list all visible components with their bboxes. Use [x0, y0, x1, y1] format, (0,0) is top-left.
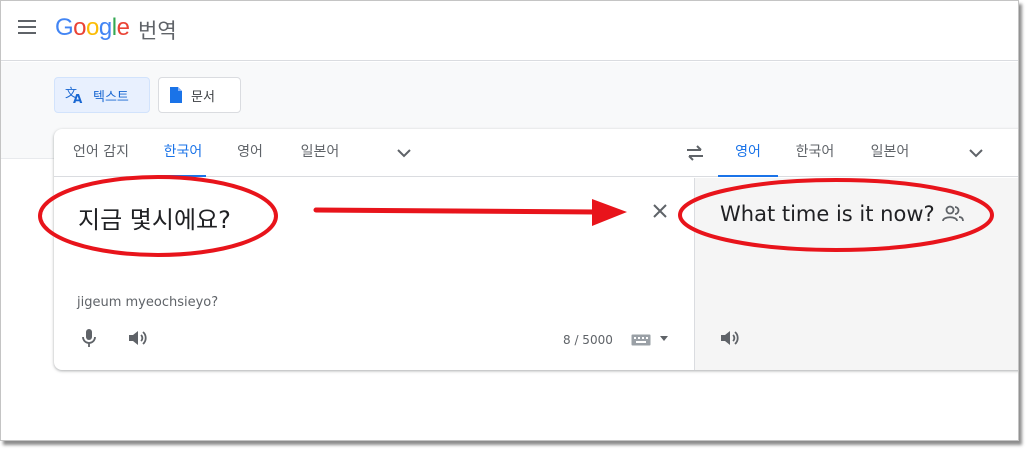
svg-text:A: A: [73, 92, 83, 104]
text-mode-button[interactable]: 文 A 텍스트: [54, 77, 150, 113]
logo-letter: o: [86, 14, 99, 41]
source-lang-detect[interactable]: 언어 감지: [70, 129, 132, 177]
chevron-down-icon[interactable]: [396, 145, 412, 161]
header: Google 번역: [1, 1, 1018, 61]
transliteration-text: jigeum myeochsieyo?: [77, 295, 219, 310]
logo-letter: e: [116, 14, 130, 41]
translation-output: What time is it now?: [720, 202, 935, 226]
google-logo[interactable]: Google: [55, 14, 130, 42]
target-lang-korean[interactable]: 한국어: [792, 129, 838, 177]
character-count: 8 / 5000: [563, 333, 613, 347]
document-mode-label: 문서: [191, 89, 215, 105]
product-name: 번역: [138, 19, 177, 43]
close-icon[interactable]: [652, 203, 668, 219]
document-mode-button[interactable]: 문서: [158, 77, 241, 113]
text-mode-label: 텍스트: [93, 89, 129, 105]
target-lang-english[interactable]: 영어: [718, 129, 778, 177]
source-pane[interactable]: 지금 몇시에요? jigeum myeochsieyo? 8 / 5000: [54, 178, 694, 370]
mic-icon[interactable]: [81, 328, 97, 348]
browser-frame: Google 번역 文 A 텍스트 문서 언어 감지 한국어 영어 일본어 영어…: [0, 0, 1019, 441]
translation-card: 언어 감지 한국어 영어 일본어 영어 한국어 일본어 지금 몇시에요? jig…: [54, 129, 1018, 370]
target-pane: What time is it now?: [694, 178, 1018, 370]
caret-down-icon[interactable]: [660, 336, 668, 342]
chevron-down-icon[interactable]: [968, 145, 984, 161]
speaker-icon[interactable]: [719, 328, 741, 348]
source-text-input[interactable]: 지금 몇시에요?: [78, 200, 231, 235]
target-lang-japanese[interactable]: 일본어: [867, 129, 913, 177]
source-lang-english[interactable]: 영어: [234, 129, 266, 177]
logo-letter: o: [73, 14, 87, 41]
logo-letter: g: [98, 14, 112, 41]
translate-icon: 文 A: [65, 86, 83, 104]
menu-icon[interactable]: [18, 20, 38, 36]
source-lang-japanese[interactable]: 일본어: [297, 129, 343, 177]
logo-letter: G: [55, 14, 74, 41]
language-bar: 언어 감지 한국어 영어 일본어 영어 한국어 일본어: [54, 129, 1018, 177]
document-icon: [170, 87, 182, 103]
swap-icon[interactable]: [684, 144, 706, 162]
people-icon[interactable]: [942, 205, 964, 223]
source-lang-korean[interactable]: 한국어: [160, 129, 206, 177]
keyboard-icon[interactable]: [631, 334, 651, 346]
speaker-icon[interactable]: [127, 328, 149, 348]
